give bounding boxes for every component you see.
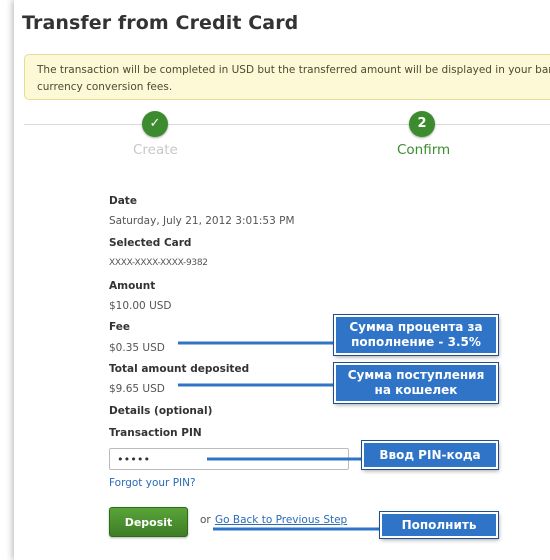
total-callout: Сумма поступления на кошелек [333,362,499,404]
annotation-arrows [178,338,388,534]
fee-callout: Сумма процента за пополнение - 3.5% [333,314,499,356]
pin-callout: Ввод PIN-кода [361,440,499,470]
deposit-callout: Пополнить [379,511,499,539]
total-callout-line-2: на кошелек [374,383,458,397]
total-callout-line-1: Сумма поступления [347,368,485,382]
fee-callout-line-2: пополнение - 3.5% [351,335,481,349]
fee-callout-line-1: Сумма процента за [349,320,483,334]
